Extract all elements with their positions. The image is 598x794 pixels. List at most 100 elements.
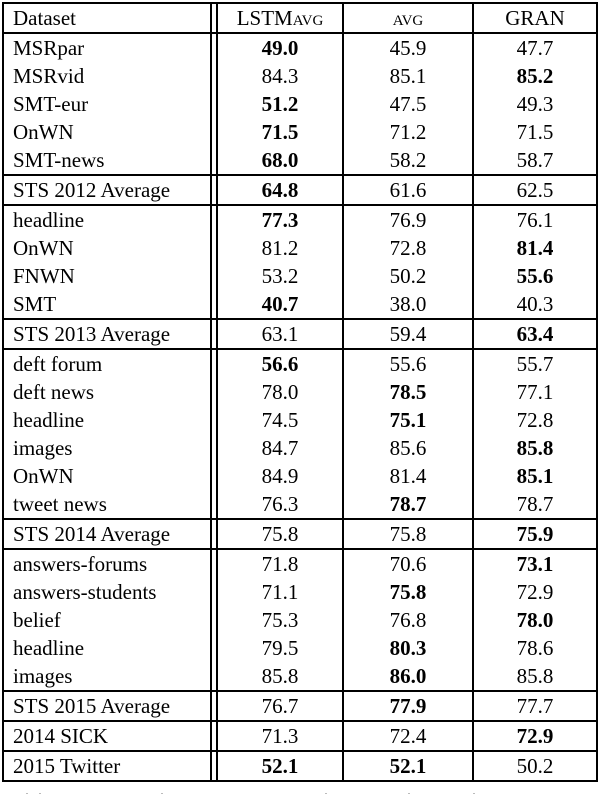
dataset-cell: deft forum [13,351,103,376]
results-table: Dataset LSTM avg avg GRAN MSRpar 49.0 45.9 4… [2,2,598,782]
double-rule [210,634,218,662]
table-row: answers-students 71.1 75.8 72.9 [4,578,596,606]
lstmavg-cell: 84.7 [218,434,344,462]
gran-cell: 75.9 [516,521,554,546]
lstmavg-cell: 49.0 [218,34,344,62]
avg-cell: 55.6 [344,350,474,378]
dataset-cell: 2014 SICK [13,723,109,748]
avg-cell: 81.4 [344,462,474,490]
table-row: FNWN 53.2 50.2 55.6 [4,262,596,290]
lstmavg-cell: 71.8 [218,550,344,578]
table-row: SMT-eur 51.2 47.5 49.3 [4,90,596,118]
header-lstmavg-suffix: avg [292,5,324,30]
double-rule [210,176,218,204]
double-rule [210,550,218,578]
gran-cell: 77.1 [516,379,554,404]
gran-cell: 77.7 [516,693,554,718]
table-row: MSRvid 84.3 85.1 85.2 [4,62,596,90]
dataset-cell: MSRpar [13,35,85,60]
average-row: STS 2013 Average 63.1 59.4 63.4 [4,318,596,348]
gran-cell: 85.8 [516,435,554,460]
lstmavg-cell: 51.2 [218,90,344,118]
dataset-cell: STS 2012 Average [13,177,171,202]
avg-cell: 58.2 [344,146,474,174]
avg-cell: 77.9 [344,692,474,720]
average-row: STS 2012 Average 64.8 61.6 62.5 [4,174,596,204]
table-row: OnWN 81.2 72.8 81.4 [4,234,596,262]
gran-cell: 50.2 [516,753,554,778]
avg-cell: 86.0 [344,662,474,690]
avg-cell: 80.3 [344,634,474,662]
double-rule [210,606,218,634]
lstmavg-cell: 76.7 [218,692,344,720]
gran-cell: 49.3 [516,91,554,116]
dataset-cell: images [13,663,73,688]
table-row: belief 75.3 76.8 78.0 [4,606,596,634]
double-rule [210,118,218,146]
table-row: images 84.7 85.6 85.8 [4,434,596,462]
double-rule [210,752,218,780]
avg-cell: 50.2 [344,262,474,290]
lstmavg-cell: 76.3 [218,490,344,518]
avg-cell: 61.6 [344,176,474,204]
double-rule [210,262,218,290]
lstmavg-cell: 81.2 [218,234,344,262]
double-rule [210,378,218,406]
lstmavg-cell: 84.3 [218,62,344,90]
gran-cell: 73.1 [516,551,554,576]
dataset-cell: MSRvid [13,63,85,88]
double-rule [210,490,218,518]
double-rule [210,320,218,348]
dataset-cell: FNWN [13,263,75,288]
header-dataset: Dataset [13,5,76,30]
avg-cell: 75.1 [344,406,474,434]
table-row: 2014 SICK 71.3 72.4 72.9 [4,720,596,750]
double-rule [210,206,218,234]
dataset-cell: answers-students [13,579,157,604]
avg-cell: 85.1 [344,62,474,90]
dataset-cell: OnWN [13,119,74,144]
dataset-cell: images [13,435,73,460]
avg-cell: 45.9 [344,34,474,62]
avg-cell: 76.9 [344,206,474,234]
header-gran: GRAN [505,5,565,30]
gran-cell: 62.5 [516,177,554,202]
gran-cell: 55.7 [516,351,554,376]
double-rule [210,578,218,606]
avg-cell: 78.7 [344,490,474,518]
double-rule [210,662,218,690]
double-rule [210,350,218,378]
gran-cell: 78.6 [516,635,554,660]
table-row: tweet news 76.3 78.7 78.7 [4,490,596,518]
double-rule [210,146,218,174]
table-row: headline 77.3 76.9 76.1 [4,204,596,234]
lstmavg-cell: 78.0 [218,378,344,406]
gran-cell: 85.1 [516,463,554,488]
lstmavg-cell: 71.3 [218,722,344,750]
double-rule [210,520,218,548]
avg-cell: 85.6 [344,434,474,462]
double-rule [210,234,218,262]
dataset-cell: 2015 Twitter [13,753,121,778]
gran-cell: 76.1 [516,207,554,232]
table-header-row: Dataset LSTM avg avg GRAN [4,4,596,32]
avg-cell: 38.0 [344,290,474,318]
lstmavg-cell: 52.1 [218,752,344,780]
avg-cell: 71.2 [344,118,474,146]
lstmavg-cell: 75.8 [218,520,344,548]
dataset-cell: headline [13,635,85,660]
gran-cell: 81.4 [516,235,554,260]
dataset-cell: OnWN [13,235,74,260]
table-row: SMT 40.7 38.0 40.3 [4,290,596,318]
dataset-cell: SMT-eur [13,91,89,116]
avg-cell: 59.4 [344,320,474,348]
double-rule [210,434,218,462]
table-row: headline 79.5 80.3 78.6 [4,634,596,662]
avg-cell: 75.8 [344,578,474,606]
table-row: answers-forums 71.8 70.6 73.1 [4,548,596,578]
table-row: OnWN 84.9 81.4 85.1 [4,462,596,490]
double-rule [210,692,218,720]
table-row: OnWN 71.5 71.2 71.5 [4,118,596,146]
lstmavg-cell: 77.3 [218,206,344,234]
gran-cell: 72.9 [516,579,554,604]
